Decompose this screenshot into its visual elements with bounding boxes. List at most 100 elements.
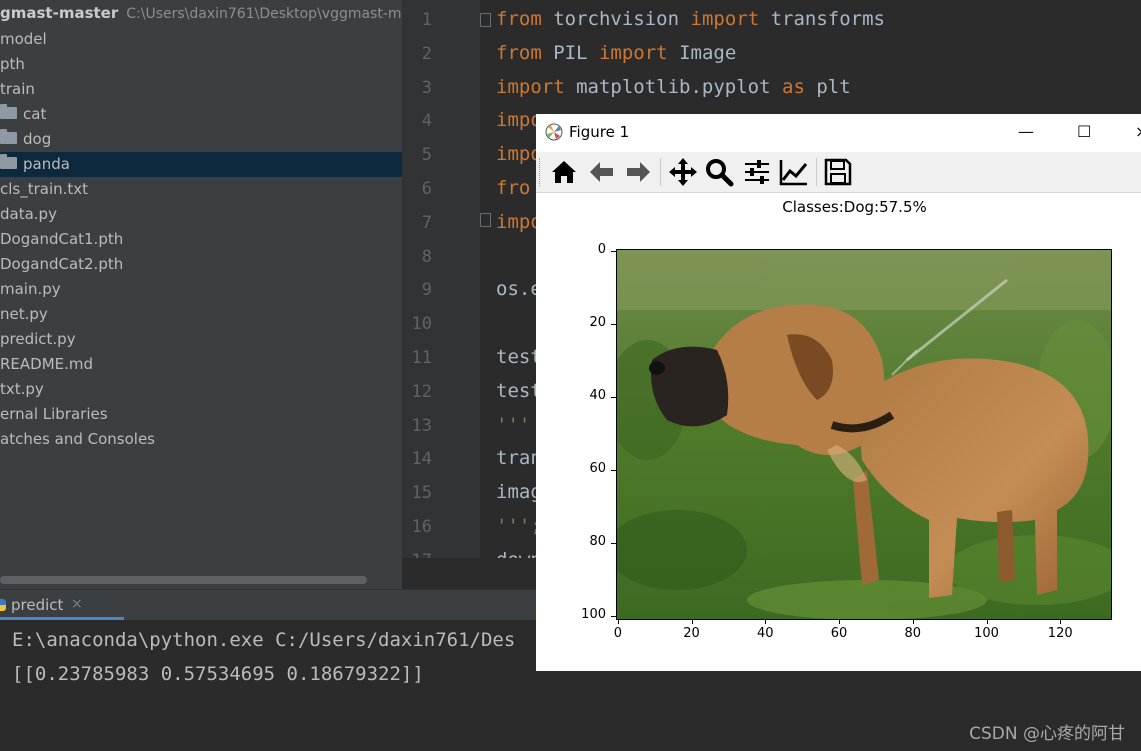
project-tree-item[interactable]: cls_train.txt xyxy=(0,177,402,202)
line-number: 16 xyxy=(411,517,432,537)
code-token: transforms xyxy=(770,8,885,30)
project-tree-item-label: main.py xyxy=(0,280,61,298)
x-tick-mark xyxy=(1060,619,1062,624)
project-tree-item[interactable]: data.py xyxy=(0,202,402,227)
line-number: 1 xyxy=(421,10,432,30)
code-token: down xyxy=(496,549,542,558)
subplots-icon[interactable] xyxy=(741,156,773,188)
x-tick-mark xyxy=(986,619,988,624)
fold-marker-icon[interactable] xyxy=(480,213,491,227)
project-tree-item-label: model xyxy=(0,30,47,48)
project-root-name: gmast-master xyxy=(0,4,119,22)
project-tree-item[interactable]: README.md xyxy=(0,352,402,377)
toolbar-grip[interactable] xyxy=(539,158,542,186)
zoom-icon[interactable] xyxy=(703,156,735,188)
code-keyword: fro xyxy=(496,177,531,199)
close-button[interactable]: × xyxy=(1135,122,1141,141)
project-tree-item[interactable]: pth xyxy=(0,52,402,77)
project-tree-item[interactable]: model xyxy=(0,27,402,52)
edit-curve-icon[interactable] xyxy=(778,156,810,188)
project-tree-item[interactable]: cat xyxy=(0,102,402,127)
image-axes[interactable] xyxy=(616,249,1112,620)
project-tree-item[interactable]: predict.py xyxy=(0,327,402,352)
code-keyword: from xyxy=(496,41,542,64)
code-keyword: impo xyxy=(496,109,542,132)
project-tree-item[interactable]: txt.py xyxy=(0,377,402,402)
code-token: test xyxy=(496,379,542,402)
minimize-button[interactable]: — xyxy=(1018,122,1034,141)
tab-predict[interactable]: predict × xyxy=(0,590,124,621)
code-line: impo xyxy=(496,109,542,131)
code-line: fro xyxy=(496,177,530,199)
project-tree-item[interactable]: DogandCat1.pth xyxy=(0,227,402,252)
code-token: Image xyxy=(679,41,737,64)
code-line: down xyxy=(496,549,542,558)
project-tree-item[interactable]: DogandCat2.pth xyxy=(0,252,402,277)
code-line: test xyxy=(496,380,542,402)
home-icon[interactable] xyxy=(548,156,580,188)
line-number: 3 xyxy=(421,77,432,98)
code-keyword: as xyxy=(782,75,805,98)
project-tree-item[interactable]: main.py xyxy=(0,277,402,302)
project-root[interactable]: gmast-master C:\Users\daxin761\Desktop\vg… xyxy=(0,4,402,26)
project-tree-item-label: data.py xyxy=(0,205,57,223)
project-tree-item-label: DogandCat2.pth xyxy=(0,255,124,273)
project-tree-item-label: panda xyxy=(23,155,70,173)
y-tick-label: 40 xyxy=(589,387,606,403)
figure-titlebar[interactable]: Figure 1 — ☐ × xyxy=(536,114,1141,152)
x-tick-label: 120 xyxy=(1047,626,1073,641)
y-tick-mark xyxy=(611,616,616,618)
code-token: torchvision xyxy=(553,8,691,30)
project-tree-item-label: txt.py xyxy=(0,380,44,398)
figure-window: Figure 1 — ☐ × xyxy=(536,114,1141,671)
back-arrow-icon[interactable] xyxy=(586,156,618,188)
project-tree-item-label: net.py xyxy=(0,305,48,323)
project-tree-item[interactable]: ernal Libraries xyxy=(0,402,402,427)
project-horizontal-scrollbar[interactable] xyxy=(0,576,367,584)
project-tree-item-label: cls_train.txt xyxy=(0,180,89,198)
code-line: test xyxy=(496,346,542,368)
project-tree-item-label: predict.py xyxy=(0,330,76,348)
y-tick-label: 60 xyxy=(589,461,606,477)
project-tree-item[interactable]: net.py xyxy=(0,302,402,327)
line-number: 14 xyxy=(411,449,432,470)
code-line: impo xyxy=(496,143,542,165)
console-line: [[0.23785983 0.57534695 0.18679322]] xyxy=(12,663,424,685)
code-keyword: impo xyxy=(496,210,542,233)
code-line: import matplotlib.pyplot as plt xyxy=(496,76,851,98)
project-tool-window: gmast-master C:\Users\daxin761\Desktop\vg… xyxy=(0,0,402,589)
watermark: CSDN @心疼的阿甘 xyxy=(969,724,1125,744)
x-tick-label: 60 xyxy=(830,626,848,641)
matplotlib-logo-icon xyxy=(545,123,563,141)
save-icon[interactable] xyxy=(822,156,854,188)
python-file-icon xyxy=(0,599,6,611)
code-token: plt xyxy=(816,75,851,98)
x-tick-mark xyxy=(839,619,841,624)
y-tick-mark xyxy=(611,250,616,252)
line-number: 12 xyxy=(411,381,432,402)
code-keyword: impo xyxy=(496,143,542,166)
project-tree-item-label: README.md xyxy=(0,355,94,373)
pan-icon[interactable] xyxy=(667,156,699,188)
code-line: from torchvision import transforms xyxy=(496,8,885,30)
line-number: 5 xyxy=(421,145,432,166)
project-tree-item[interactable]: atches and Consoles xyxy=(0,427,402,452)
code-line: imag xyxy=(496,481,542,503)
project-tree-item[interactable]: train xyxy=(0,77,402,102)
y-tick-label: 80 xyxy=(589,534,606,550)
fold-marker-icon[interactable] xyxy=(480,13,491,27)
project-tree-item[interactable]: dog xyxy=(0,127,402,152)
close-icon[interactable]: × xyxy=(71,596,83,612)
toolbar-separator xyxy=(660,158,661,186)
code-line: ''' xyxy=(496,414,530,436)
code-line: from PIL import Image xyxy=(496,42,736,64)
folder-icon xyxy=(0,129,17,144)
code-line: impo xyxy=(496,211,542,233)
project-tree-item[interactable]: panda xyxy=(0,152,402,177)
x-tick-label: 100 xyxy=(974,626,999,641)
code-token: PIL xyxy=(553,41,599,64)
code-line: os.e xyxy=(496,278,542,300)
forward-arrow-icon[interactable] xyxy=(622,156,654,188)
maximize-button[interactable]: ☐ xyxy=(1077,122,1091,141)
x-tick-label: 40 xyxy=(757,626,774,641)
